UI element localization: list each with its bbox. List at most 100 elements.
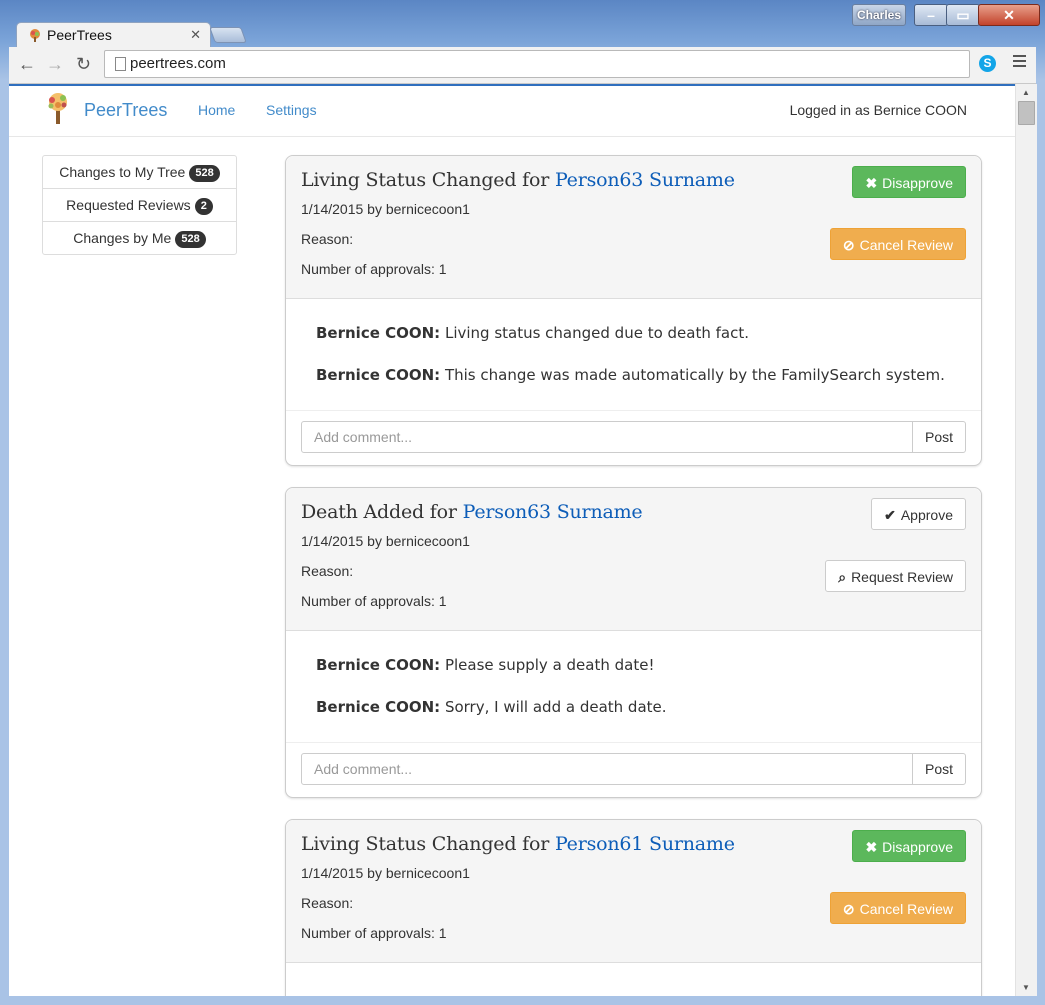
minimize-icon: – [927,7,935,23]
comment-form: Post [286,742,981,797]
scrollbar-thumb[interactable] [1018,101,1035,125]
button-label: Disapprove [882,175,953,191]
change-reason: Reason: [301,231,354,247]
back-icon[interactable]: ← [18,54,36,75]
check-icon: ✔ [884,507,896,523]
browser-tab[interactable]: PeerTrees ✕ [16,22,211,49]
change-type: Living Status Changed for [301,833,555,855]
address-bar[interactable]: peertrees.com [104,50,970,78]
change-card-header: Living Status Changed for Person61 Surna… [286,820,981,963]
sidebar-item-label: Changes to My Tree [59,164,186,180]
change-title: Living Status Changed for Person63 Surna… [301,169,735,191]
sidebar-item-changes-by-me[interactable]: Changes by Me 528 [43,222,236,254]
button-label: Request Review [851,569,953,585]
ban-icon: ⊘ [842,237,855,253]
change-reason: Reason: [301,563,354,579]
new-tab-button[interactable] [209,27,247,43]
forward-icon[interactable]: → [46,54,64,75]
comment-list: Bernice COON: Living status changed due … [286,299,981,410]
nav-settings-link[interactable]: Settings [266,102,317,118]
cancel-review-button[interactable]: ⊘ Cancel Review [829,892,966,924]
sidebar-item-label: Changes by Me [73,230,172,246]
times-icon: ✖ [865,839,878,855]
count-badge: 2 [194,198,213,215]
change-card: Living Status Changed for Person63 Surna… [285,155,982,466]
nav-home-link[interactable]: Home [198,102,235,118]
approve-button[interactable]: ✔ Approve [871,498,966,530]
change-date-author: 1/14/2015 by bernicecoon1 [301,533,470,549]
profile-button[interactable]: Charles [852,4,906,26]
comment-text: Living status changed due to death fact. [440,324,749,342]
comment-author: Bernice COON: [316,698,441,716]
change-date-author: 1/14/2015 by bernicecoon1 [301,201,470,217]
reload-icon[interactable]: ↻ [76,54,91,75]
disapprove-button[interactable]: ✖ Disapprove [852,830,966,862]
skype-extension-icon[interactable]: S [979,55,996,72]
comment-text: This change was made automatically by th… [440,366,945,384]
button-label: Cancel Review [859,901,953,917]
post-comment-button[interactable]: Post [912,753,966,785]
sidebar-nav: Changes to My Tree 528 Requested Reviews 2… [42,155,237,255]
peertrees-logo-icon [48,93,67,124]
url-text: peertrees.com [130,55,226,72]
comment-item: Bernice COON: Sorry, I will add a death … [316,698,951,716]
comment-item: Bernice COON: Living status changed due … [316,324,951,342]
count-badge: 528 [189,165,220,182]
person-link[interactable]: Person63 Surname [463,501,643,523]
approval-count: Number of approvals: 1 [301,261,447,277]
close-tab-icon[interactable]: ✕ [190,27,201,43]
tab-title: PeerTrees [47,27,112,43]
change-card-header: Living Status Changed for Person63 Surna… [286,156,981,299]
count-badge: 528 [175,231,206,248]
change-card-header: Death Added for Person63 Surname 1/14/20… [286,488,981,631]
search-icon: ⌕ [838,569,847,585]
comment-input[interactable] [301,421,913,453]
comment-form: Post [286,410,981,465]
browser-toolbar: ← → ↻ peertrees.com S [9,47,1036,84]
close-icon: ✕ [1003,7,1015,23]
ban-icon: ⊘ [842,901,855,917]
minimize-button[interactable]: – [914,4,948,26]
tree-favicon-icon [30,29,40,42]
approval-count: Number of approvals: 1 [301,593,447,609]
person-link[interactable]: Person63 Surname [555,169,735,191]
change-title: Living Status Changed for Person61 Surna… [301,833,735,855]
page-viewport: PeerTrees Home Settings Logged in as Ber… [9,84,1015,996]
change-reason: Reason: [301,895,354,911]
button-label: Disapprove [882,839,953,855]
top-navbar: PeerTrees Home Settings Logged in as Ber… [9,84,1015,137]
comment-text: Please supply a death date! [440,656,655,674]
page-icon [115,57,126,71]
comment-item: Bernice COON: Please supply a death date… [316,656,951,674]
times-icon: ✖ [865,175,878,191]
comment-author: Bernice COON: [316,656,441,674]
sidebar-item-changes-to-my-tree[interactable]: Changes to My Tree 528 [43,156,236,189]
disapprove-button[interactable]: ✖ Disapprove [852,166,966,198]
comment-list: Bernice COON: Please supply a death date… [286,631,981,742]
scroll-down-icon[interactable]: ▼ [1022,983,1030,992]
approval-count: Number of approvals: 1 [301,925,447,941]
menu-icon[interactable] [1013,55,1026,70]
maximize-button[interactable]: ▭ [946,4,980,26]
brand-link[interactable]: PeerTrees [84,100,167,121]
person-link[interactable]: Person61 Surname [555,833,735,855]
vertical-scrollbar[interactable]: ▲ ▼ [1015,84,1037,996]
change-card: Death Added for Person63 Surname 1/14/20… [285,487,982,798]
change-type: Living Status Changed for [301,169,555,191]
sidebar-item-label: Requested Reviews [66,197,191,213]
sidebar-item-requested-reviews[interactable]: Requested Reviews 2 [43,189,236,222]
logged-in-status: Logged in as Bernice COON [789,102,967,118]
maximize-icon: ▭ [956,7,970,23]
request-review-button[interactable]: ⌕ Request Review [825,560,966,592]
cancel-review-button[interactable]: ⊘ Cancel Review [829,228,966,260]
scroll-up-icon[interactable]: ▲ [1022,88,1030,97]
close-window-button[interactable]: ✕ [978,4,1040,26]
post-comment-button[interactable]: Post [912,421,966,453]
comment-item: Bernice COON: This change was made autom… [316,366,951,384]
comment-input[interactable] [301,753,913,785]
button-label: Cancel Review [859,237,953,253]
change-date-author: 1/14/2015 by bernicecoon1 [301,865,470,881]
change-title: Death Added for Person63 Surname [301,501,643,523]
change-card: Living Status Changed for Person61 Surna… [285,819,982,996]
comment-text: Sorry, I will add a death date. [440,698,667,716]
